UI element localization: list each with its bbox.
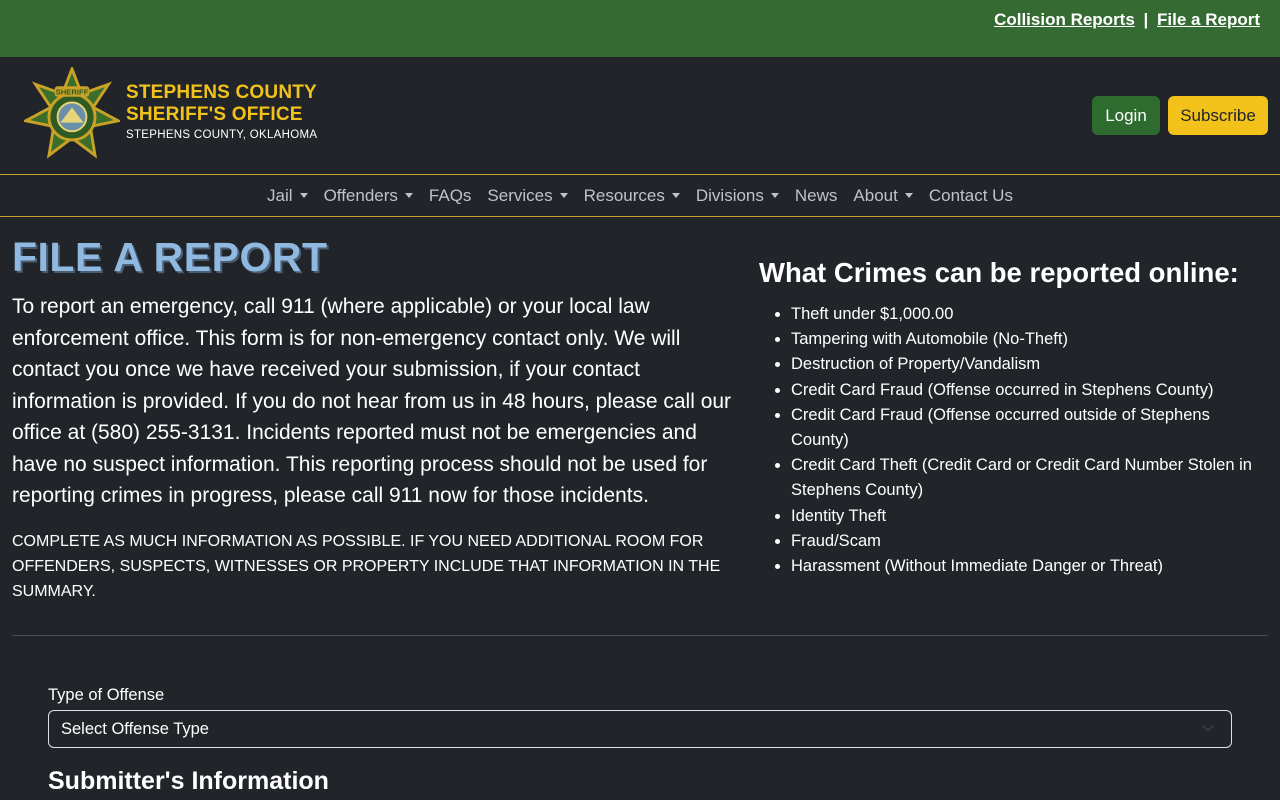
top-links: Collision Reports | File a Report xyxy=(994,10,1260,30)
caret-down-icon xyxy=(404,193,413,198)
list-item: Credit Card Fraud (Offense occurred in S… xyxy=(791,378,1271,403)
list-item: Tampering with Automobile (No-Theft) xyxy=(791,327,1271,352)
brand-text[interactable]: STEPHENS COUNTY SHERIFF'S OFFICE STEPHEN… xyxy=(126,82,317,141)
nav-item-label: News xyxy=(794,185,838,205)
nav-item-jail[interactable]: Jail xyxy=(259,186,316,206)
nav-item-label: Divisions xyxy=(695,185,764,205)
nav-item-news[interactable]: News xyxy=(787,186,846,206)
crimes-list: Theft under $1,000.00Tampering with Auto… xyxy=(791,302,1271,579)
nav-item-services[interactable]: Services xyxy=(479,186,575,206)
section-divider xyxy=(12,635,1268,636)
caret-down-icon xyxy=(299,193,308,198)
chevron-down-icon xyxy=(1202,724,1214,732)
list-item: Credit Card Fraud (Offense occurred outs… xyxy=(791,403,1271,453)
caret-down-icon xyxy=(559,193,568,198)
caret-down-icon xyxy=(671,193,680,198)
offense-type-label: Type of Offense xyxy=(48,686,165,704)
list-item: Credit Card Theft (Credit Card or Credit… xyxy=(791,453,1271,503)
nav-item-about[interactable]: About xyxy=(845,186,920,206)
brand-line-1: STEPHENS COUNTY xyxy=(126,82,317,103)
nav-item-label: Offenders xyxy=(323,185,398,205)
nav-item-label: About xyxy=(853,185,898,205)
list-item: Destruction of Property/Vandalism xyxy=(791,352,1271,377)
list-item: Identity Theft xyxy=(791,504,1271,529)
list-item: Fraud/Scam xyxy=(791,529,1271,554)
brand-line-2: SHERIFF'S OFFICE xyxy=(126,104,303,125)
offense-type-select[interactable]: Select Offense Type xyxy=(48,710,1232,748)
list-item: Harassment (Without Immediate Danger or … xyxy=(791,554,1271,579)
collision-reports-link[interactable]: Collision Reports xyxy=(994,10,1135,29)
brand-line-3: STEPHENS COUNTY, OKLAHOMA xyxy=(126,129,318,141)
nav-item-label: Resources xyxy=(583,185,665,205)
top-links-separator: | xyxy=(1143,10,1149,29)
site-header: SHERIFF STEPHENS COUNTY SHERIFF'S OFFICE… xyxy=(0,57,1280,175)
subscribe-button[interactable]: Subscribe xyxy=(1168,96,1268,135)
caret-down-icon xyxy=(770,193,779,198)
nav-item-label: FAQs xyxy=(428,185,472,205)
nav-item-offenders[interactable]: Offenders xyxy=(316,186,421,206)
offense-type-value: Select Offense Type xyxy=(61,720,209,738)
nav-item-label: Jail xyxy=(267,185,293,205)
notice-paragraph: COMPLETE AS MUCH INFORMATION AS POSSIBLE… xyxy=(12,533,721,600)
main-nav: Jail Offenders FAQs Services Resources Divisi… xyxy=(0,175,1280,217)
list-item: Theft under $1,000.00 xyxy=(791,302,1271,327)
file-report-link[interactable]: File a Report xyxy=(1157,10,1260,29)
nav-item-label: Services xyxy=(487,185,553,205)
submitter-heading: Submitter's Information xyxy=(48,767,329,795)
page-title: FILE A REPORT xyxy=(12,234,328,280)
sheriff-badge-logo[interactable]: SHERIFF xyxy=(24,67,120,163)
caret-down-icon xyxy=(904,193,913,198)
nav-item-divisions[interactable]: Divisions xyxy=(688,186,787,206)
nav-item-resources[interactable]: Resources xyxy=(576,186,688,206)
nav-item-label: Contact Us xyxy=(928,185,1013,205)
nav-item-faqs[interactable]: FAQs xyxy=(421,186,480,206)
intro-paragraph: To report an emergency, call 911 (where … xyxy=(12,295,732,507)
login-button[interactable]: Login xyxy=(1092,96,1160,135)
crimes-heading: What Crimes can be reported online: xyxy=(759,257,1239,288)
top-bar: Collision Reports | File a Report xyxy=(0,0,1280,57)
nav-item-contact-us[interactable]: Contact Us xyxy=(921,186,1021,206)
badge-text: SHERIFF xyxy=(56,87,89,96)
